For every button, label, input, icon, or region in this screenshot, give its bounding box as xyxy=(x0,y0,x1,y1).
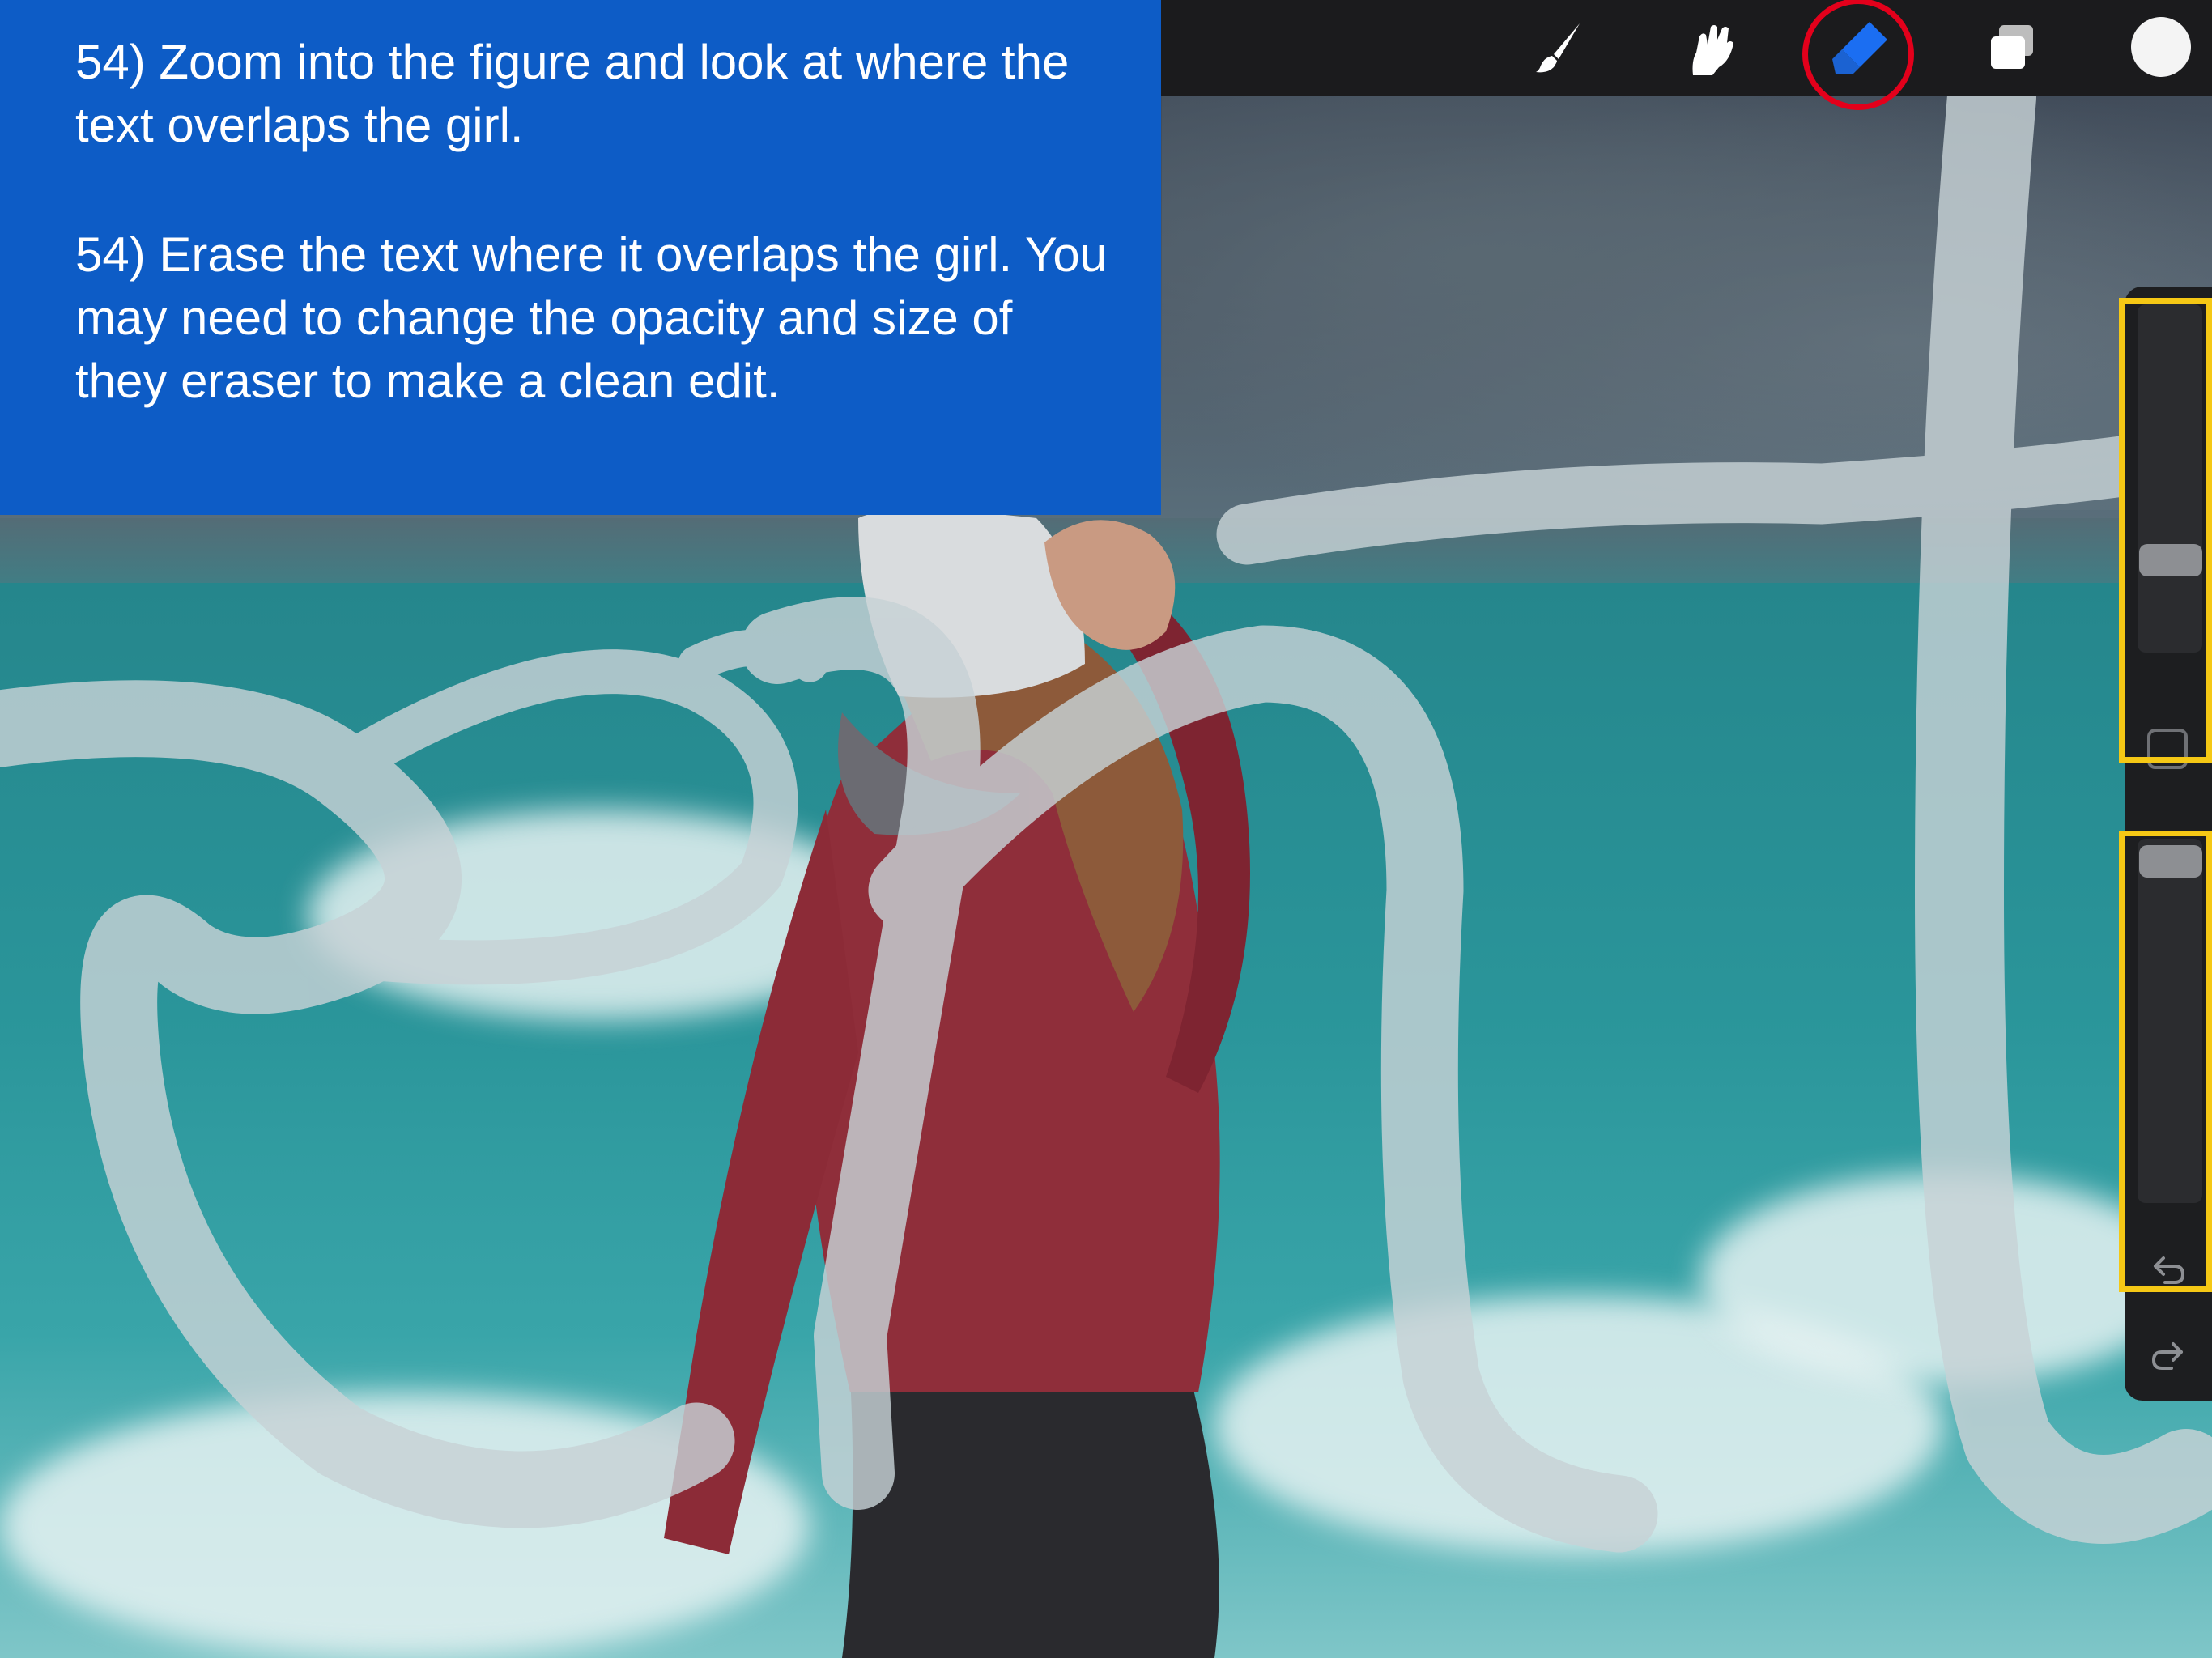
brush-tool-button[interactable] xyxy=(1522,11,1595,84)
opacity-slider[interactable] xyxy=(2138,839,2202,1203)
modify-button[interactable] xyxy=(2147,729,2188,769)
opacity-slider-thumb[interactable] xyxy=(2139,845,2202,878)
brush-size-slider[interactable] xyxy=(2138,304,2202,653)
layers-icon xyxy=(1991,25,2033,69)
redo-icon xyxy=(2152,1342,2183,1370)
eraser-tool-button[interactable] xyxy=(1823,11,1896,84)
eraser-icon xyxy=(1832,22,1887,74)
instruction-step-erase: 54) Erase the text where it overlaps the… xyxy=(75,227,1108,408)
redo-button[interactable] xyxy=(2142,1334,2194,1386)
brush-icon xyxy=(1536,23,1580,73)
smudge-icon xyxy=(1692,25,1733,75)
instruction-panel: 54) Zoom into the figure and look at whe… xyxy=(0,0,1161,515)
undo-icon xyxy=(2154,1256,2184,1284)
color-picker-button[interactable] xyxy=(2131,17,2191,77)
instruction-step-zoom: 54) Zoom into the figure and look at whe… xyxy=(75,35,1070,152)
layers-tool-button[interactable] xyxy=(1976,11,2048,84)
smudge-tool-button[interactable] xyxy=(1673,11,1746,84)
brush-size-slider-thumb[interactable] xyxy=(2139,544,2202,576)
undo-button[interactable] xyxy=(2142,1245,2194,1297)
